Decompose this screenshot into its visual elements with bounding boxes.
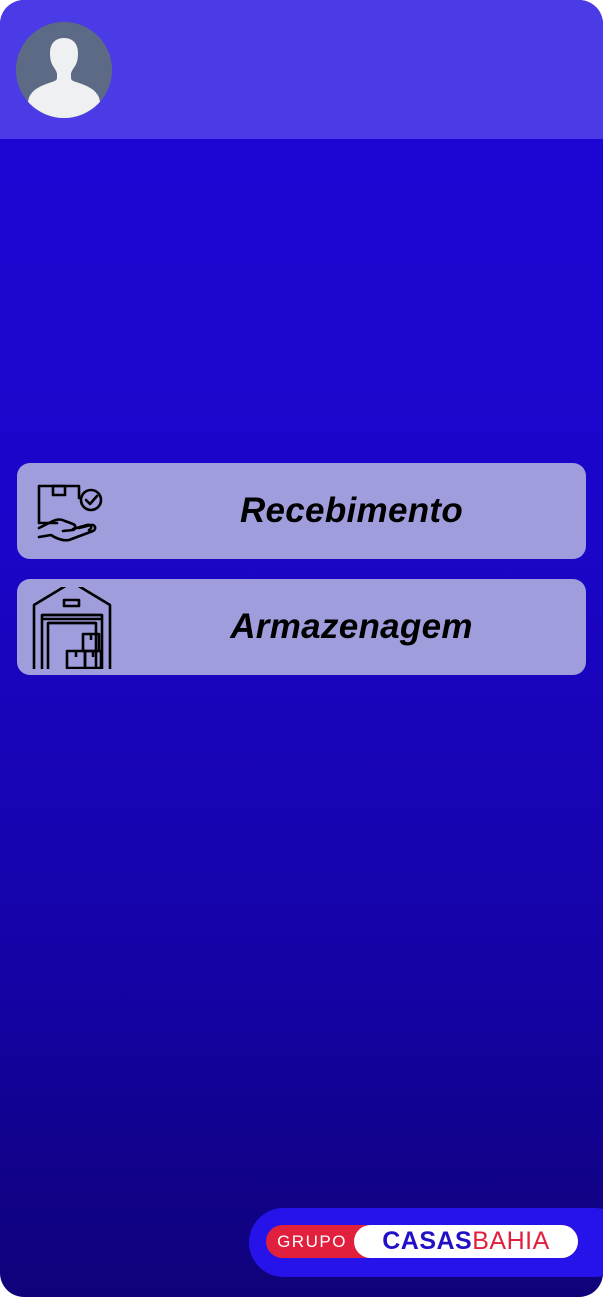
app-screen: Recebimento Armazenagem GRUPO CASASBAHIA bbox=[0, 0, 603, 1297]
brand-name: CASASBAHIA bbox=[354, 1225, 578, 1258]
menu-item-label: Recebimento bbox=[239, 491, 464, 530]
menu-item-label: Armazenagem bbox=[230, 607, 473, 646]
menu-item-recebimento[interactable]: Recebimento bbox=[17, 463, 586, 559]
brand-casas-text: CASAS bbox=[382, 1227, 473, 1255]
user-avatar-icon bbox=[16, 22, 112, 118]
warehouse-icon bbox=[31, 587, 113, 669]
menu-item-armazenagem[interactable]: Armazenagem bbox=[17, 579, 586, 675]
package-received-icon bbox=[31, 471, 113, 553]
grupo-casas-bahia-logo: GRUPO CASASBAHIA bbox=[266, 1225, 578, 1258]
header-bar bbox=[0, 0, 603, 139]
brand-bahia-text: BAHIA bbox=[472, 1227, 550, 1255]
user-avatar[interactable] bbox=[16, 22, 112, 118]
brand-grupo-text: GRUPO bbox=[277, 1232, 347, 1251]
